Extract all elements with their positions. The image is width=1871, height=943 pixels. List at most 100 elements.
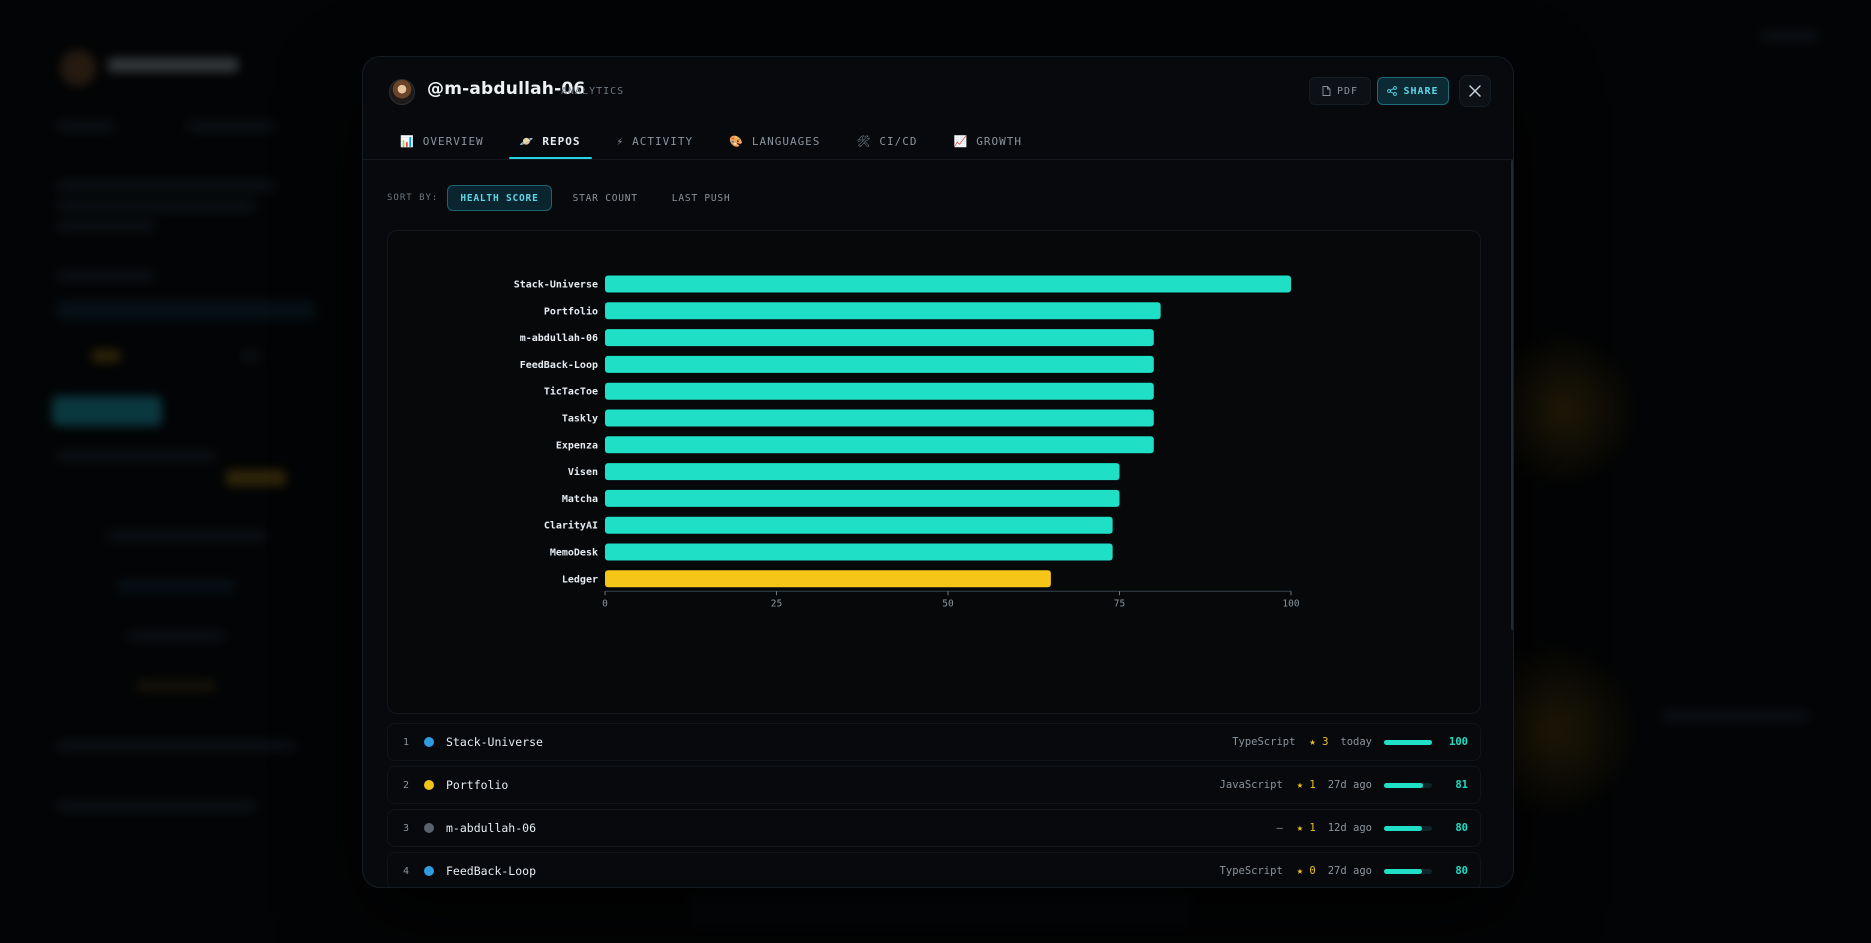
- tab-overview[interactable]: 📊 OVERVIEW: [389, 123, 495, 159]
- repo-language: TypeScript: [1232, 736, 1296, 748]
- avatar: [389, 79, 415, 105]
- repo-name[interactable]: Stack-Universe: [446, 735, 1232, 749]
- chart-bar: [605, 355, 1154, 373]
- repo-last-push: 27d ago: [1327, 779, 1372, 791]
- trend-up-icon: 📈: [953, 134, 969, 148]
- tab-label: CI/CD: [879, 134, 918, 148]
- chart-bar: [605, 302, 1161, 320]
- language-dot: [424, 780, 434, 790]
- health-bar: [1384, 868, 1432, 874]
- chart-bar: [605, 516, 1113, 534]
- table-row[interactable]: 4 FeedBack-Loop TypeScript ★ 0 27d ago 8…: [387, 852, 1481, 887]
- chart-category-label: Matcha: [562, 494, 598, 505]
- language-dot: [424, 737, 434, 747]
- tab-ci-cd[interactable]: 🛠 CI/CD: [845, 123, 928, 159]
- repo-name[interactable]: Portfolio: [446, 778, 1220, 792]
- repo-rank: 2: [402, 779, 410, 791]
- repo-last-push: 27d ago: [1327, 865, 1372, 877]
- background-button: [52, 396, 162, 426]
- scrollbar-thumb[interactable]: [1511, 160, 1513, 630]
- chart-bar: [605, 329, 1154, 347]
- health-bar: [1384, 782, 1432, 788]
- chart-category-label: ClarityAI: [544, 520, 598, 532]
- share-button[interactable]: SHARE: [1377, 77, 1449, 105]
- language-dot: [424, 823, 434, 833]
- close-button[interactable]: [1459, 75, 1491, 107]
- repo-stars: ★ 3: [1309, 736, 1329, 748]
- chart-bar: [605, 489, 1120, 507]
- pdf-button[interactable]: PDF: [1309, 77, 1371, 105]
- repo-score: 100: [1449, 736, 1468, 748]
- background-sidebar: [36, 30, 346, 910]
- chart-bar: [605, 409, 1154, 427]
- health-bar-fill: [1384, 739, 1432, 745]
- chart-tick-label: 75: [1114, 598, 1125, 609]
- table-row[interactable]: 3 m-abdullah-06 — ★ 1 12d ago 80: [387, 809, 1481, 847]
- repo-stars: ★ 1: [1296, 822, 1316, 834]
- tab-label: OVERVIEW: [422, 134, 484, 148]
- health-bar-fill: [1384, 825, 1423, 831]
- pdf-button-label: PDF: [1336, 85, 1359, 97]
- tab-label: LANGUAGES: [751, 134, 821, 148]
- repo-rank: 4: [402, 865, 410, 877]
- chart-category-label: TicTacToe: [544, 386, 598, 398]
- table-row[interactable]: 2 Portfolio JavaScript ★ 1 27d ago 81: [387, 766, 1481, 804]
- repo-language: JavaScript: [1219, 779, 1283, 791]
- chart-category-label: Visen: [568, 466, 598, 478]
- chart-category-label: Stack-Universe: [514, 279, 598, 291]
- sort-last-push-button[interactable]: LAST PUSH: [659, 185, 744, 211]
- share-icon: [1387, 86, 1398, 96]
- modal-header: @m-abdullah-06 ANALYTICS PDF SHARE: [363, 57, 1513, 123]
- chart-tick-label: 50: [942, 598, 954, 609]
- chart-bar: [605, 543, 1113, 561]
- repo-stars: ★ 0: [1296, 865, 1316, 877]
- chart-bar: [605, 436, 1154, 454]
- analytics-modal: @m-abdullah-06 ANALYTICS PDF SHARE 📊 OVE…: [362, 56, 1514, 888]
- chart-tick-label: 0: [602, 598, 608, 609]
- repo-score: 80: [1455, 865, 1468, 877]
- chart-category-label: Expenza: [556, 440, 598, 451]
- health-score-chart: Stack-Universe Portfolio m-abdullah-06 Feed…: [387, 230, 1481, 714]
- health-bar-fill: [1384, 782, 1423, 788]
- health-bar: [1384, 739, 1432, 745]
- repo-rank: 1: [402, 736, 410, 748]
- tab-languages[interactable]: 🎨 LANGUAGES: [718, 123, 831, 159]
- health-bar-fill: [1384, 868, 1423, 874]
- tab-repos[interactable]: 🪐 REPOS: [508, 123, 592, 159]
- repo-name[interactable]: m-abdullah-06: [446, 821, 1276, 835]
- tab-growth[interactable]: 📈 GROWTH: [943, 123, 1033, 159]
- chart-icon: 📊: [400, 134, 415, 148]
- background-title: [108, 58, 238, 72]
- chart-tick-label: 25: [771, 598, 782, 609]
- chart-category-label: m-abdullah-06: [520, 333, 598, 344]
- tab-label: GROWTH: [976, 134, 1022, 148]
- tools-icon: 🛠: [856, 134, 872, 148]
- language-dot: [424, 866, 434, 876]
- repo-rank: 3: [402, 822, 410, 834]
- sort-health-score-button[interactable]: HEALTH SCORE: [447, 185, 552, 211]
- tab-label: REPOS: [542, 134, 581, 148]
- document-icon: [1322, 86, 1331, 96]
- palette-icon: 🎨: [729, 134, 744, 148]
- chart-bar: [605, 463, 1120, 481]
- share-button-label: SHARE: [1403, 85, 1439, 97]
- repo-last-push: 12d ago: [1327, 822, 1372, 834]
- sort-bar: SORT BY: HEALTH SCORE STAR COUNT LAST PU…: [387, 184, 751, 212]
- close-icon: [1469, 85, 1481, 97]
- bar-chart: Stack-Universe Portfolio m-abdullah-06 Feed…: [514, 275, 1300, 609]
- chart-category-label: MemoDesk: [550, 548, 598, 559]
- modal-subtitle: ANALYTICS: [561, 86, 625, 97]
- sort-star-count-button[interactable]: STAR COUNT: [560, 185, 651, 211]
- repo-name[interactable]: FeedBack-Loop: [446, 864, 1220, 878]
- tab-label: ACTIVITY: [632, 134, 694, 148]
- scrollbar[interactable]: [1511, 160, 1513, 887]
- background-bottom-bar: [690, 890, 1190, 926]
- table-row[interactable]: 1 Stack-Universe TypeScript ★ 3 today 10…: [387, 723, 1481, 761]
- chart-bar: [605, 382, 1154, 400]
- chart-tick-label: 100: [1282, 598, 1299, 609]
- planet-icon: 🪐: [519, 134, 535, 148]
- tab-activity[interactable]: ⚡ ACTIVITY: [606, 123, 705, 159]
- chart-category-label: FeedBack-Loop: [520, 360, 598, 371]
- lightning-icon: ⚡: [616, 134, 625, 148]
- health-bar: [1384, 825, 1432, 831]
